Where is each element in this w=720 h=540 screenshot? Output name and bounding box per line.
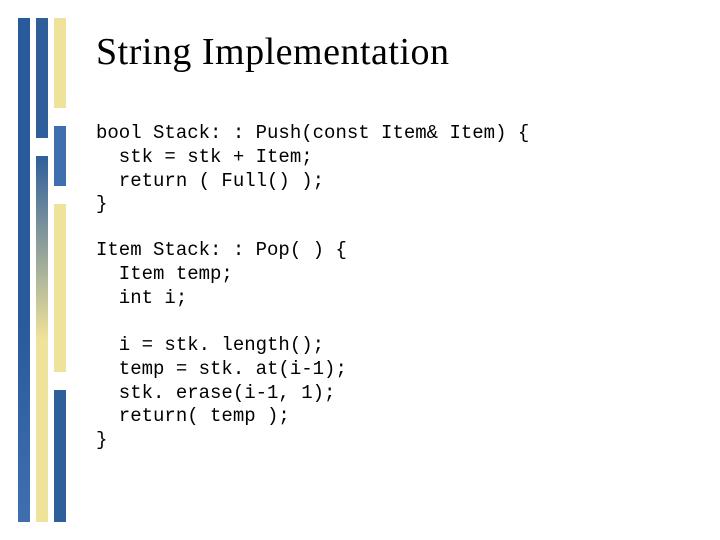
sidebar-bar — [18, 18, 30, 522]
code-block-push: bool Stack: : Push(const Item& Item) { s… — [96, 122, 690, 217]
sidebar-bar — [54, 18, 66, 108]
sidebar-bar — [54, 126, 66, 186]
sidebar-bar — [36, 156, 48, 522]
code-block-pop: Item Stack: : Pop( ) { Item temp; int i;… — [96, 239, 690, 453]
spacer — [96, 217, 690, 239]
sidebar-bar — [36, 18, 48, 138]
slide-title: String Implementation — [96, 30, 690, 74]
decorative-sidebar — [18, 18, 72, 522]
sidebar-bar — [54, 390, 66, 522]
slide-content: String Implementation bool Stack: : Push… — [96, 30, 690, 453]
sidebar-bar — [54, 204, 66, 372]
